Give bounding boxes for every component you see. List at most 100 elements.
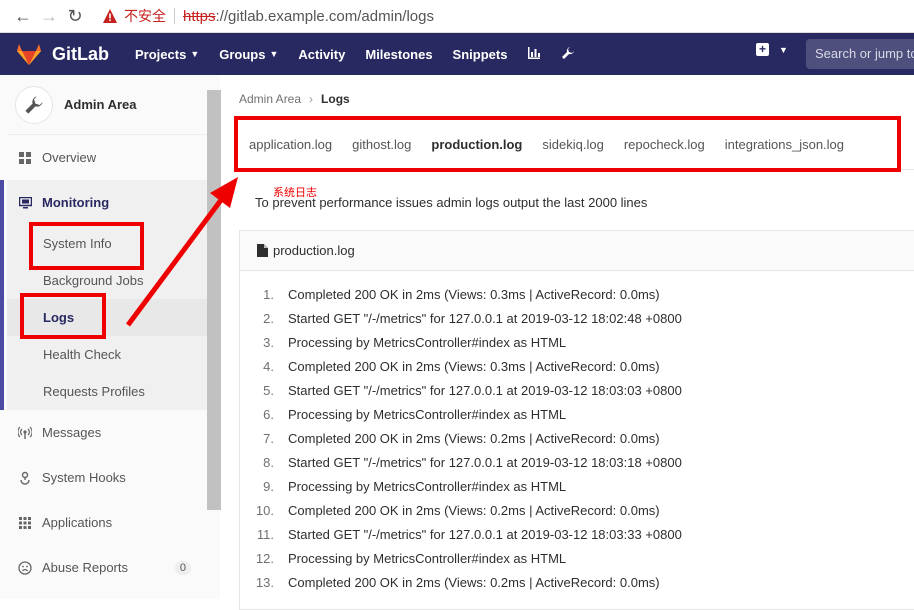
log-line: 2. Started GET "/-/metrics" for 127.0.0.1… <box>240 307 914 331</box>
admin-avatar <box>15 85 53 124</box>
log-line-number: 9. <box>263 479 274 494</box>
back-arrow-icon[interactable]: ← <box>10 3 36 29</box>
log-line-number: 11. <box>256 527 274 542</box>
log-line: 7. Completed 200 OK in 2ms (Views: 0.2ms … <box>240 427 914 451</box>
log-line: 6. Processing by MetricsController#index … <box>240 403 914 427</box>
sidebar-subitem-requests-profiles[interactable]: Requests Profiles <box>7 373 207 410</box>
chevron-down-icon: ▼ <box>269 49 279 59</box>
breadcrumb-logs[interactable]: Logs <box>321 92 350 106</box>
log-line: 9. Processing by MetricsController#index … <box>240 475 914 499</box>
log-line-number: 1. <box>263 287 274 302</box>
sidebar-subitem-health-check[interactable]: Health Check <box>7 336 207 373</box>
forward-arrow-icon[interactable]: → <box>36 3 62 29</box>
log-line-text: Processing by MetricsController#index as… <box>288 407 567 422</box>
warning-icon <box>103 9 117 23</box>
sidebar-item-messages[interactable]: Messages <box>7 410 207 455</box>
log-line: 4. Completed 200 OK in 2ms (Views: 0.3ms … <box>240 355 914 379</box>
breadcrumb: Admin Area › Logs <box>239 92 350 106</box>
plus-icon: + <box>756 43 769 56</box>
chevron-down-icon: ▼ <box>779 44 788 55</box>
log-card: production.log 1. Completed 200 OK in 2ms… <box>239 230 914 610</box>
log-line: 8. Started GET "/-/metrics" for 127.0.0.1… <box>240 451 914 475</box>
log-line-text: Completed 200 OK in 2ms (Views: 0.3ms | … <box>288 287 660 302</box>
log-line-text: Completed 200 OK in 2ms (Views: 0.2ms | … <box>288 431 660 446</box>
breadcrumb-admin-area[interactable]: Admin Area <box>239 92 301 106</box>
address-bar[interactable]: 不安全 https ://gitlab.example.com/admin/lo… <box>102 6 434 26</box>
logo-text: GitLab <box>52 43 109 64</box>
frown-icon <box>18 560 32 575</box>
broadcast-icon <box>18 426 32 440</box>
annotation-tabs-box <box>234 116 901 172</box>
info-text: To prevent performance issues admin logs… <box>255 195 648 210</box>
nav-groups[interactable]: Groups ▼ <box>219 46 278 63</box>
gitlab-header: GitLab Projects ▼ Groups ▼ Activity Milest… <box>0 33 914 75</box>
log-line: 10. Completed 200 OK in 2ms (Views: 0.2ms… <box>240 499 914 523</box>
grid-icon <box>18 151 32 165</box>
nav-activity[interactable]: Activity <box>298 46 345 63</box>
nav-milestones[interactable]: Milestones <box>365 46 432 63</box>
admin-area-header[interactable]: Admin Area <box>7 75 207 135</box>
log-line-text: Completed 200 OK in 2ms (Views: 0.2ms | … <box>288 503 660 518</box>
log-line: 1. Completed 200 OK in 2ms (Views: 0.3ms … <box>240 283 914 307</box>
log-line-number: 5. <box>263 383 274 398</box>
gitlab-logo[interactable]: GitLab <box>16 42 109 66</box>
sidebar-item-overview[interactable]: Overview <box>7 135 207 180</box>
log-line-number: 10. <box>255 503 274 518</box>
reload-icon[interactable]: ↻ <box>62 3 88 29</box>
annotation-system-info-box <box>29 222 144 270</box>
sidebar-item-system-hooks[interactable]: System Hooks <box>7 455 207 500</box>
log-line: 5. Started GET "/-/metrics" for 127.0.0.1… <box>240 379 914 403</box>
nav-projects[interactable]: Projects ▼ <box>135 46 199 63</box>
admin-area-title: Admin Area <box>64 97 137 112</box>
log-line-number: 13. <box>255 575 274 590</box>
log-line-text: Completed 200 OK in 2ms (Views: 0.3ms | … <box>288 359 660 374</box>
log-line-number: 8. <box>263 455 274 470</box>
log-line-text: Started GET "/-/metrics" for 127.0.0.1 a… <box>288 455 682 470</box>
log-line-text: Started GET "/-/metrics" for 127.0.0.1 a… <box>288 311 682 326</box>
sidebar-item-label: Monitoring <box>42 195 110 210</box>
log-file-header: production.log <box>240 231 914 271</box>
abuse-count-badge: 0 <box>174 560 191 575</box>
log-line-text: Completed 200 OK in 2ms (Views: 0.2ms | … <box>288 575 660 590</box>
log-line: 3. Processing by MetricsController#index … <box>240 331 914 355</box>
url-scheme: https <box>183 7 216 25</box>
annotation-logs-box <box>20 293 106 339</box>
log-line-text: Processing by MetricsController#index as… <box>288 479 567 494</box>
top-nav: Projects ▼ Groups ▼ Activity Milestones Sn… <box>135 46 595 63</box>
new-item-dropdown[interactable]: + ▼ <box>756 43 788 56</box>
insecure-label: 不安全 <box>124 8 166 24</box>
log-line-number: 4. <box>263 359 274 374</box>
nav-groups-label: Groups <box>219 46 266 62</box>
log-line: 11. Started GET "/-/metrics" for 127.0.0.… <box>240 523 914 547</box>
wrench-icon <box>25 95 43 114</box>
apps-grid-icon <box>18 516 32 530</box>
nav-snippets[interactable]: Snippets <box>453 46 508 63</box>
log-line-text: Processing by MetricsController#index as… <box>288 551 567 566</box>
sidebar-scrollbar[interactable] <box>207 90 221 510</box>
sidebar-item-label: Messages <box>42 425 102 440</box>
sidebar-item-applications[interactable]: Applications <box>7 500 207 545</box>
log-line: 12. Processing by MetricsController#index… <box>240 547 914 571</box>
log-file-name: production.log <box>273 243 355 258</box>
chevron-right-icon: › <box>309 92 314 106</box>
sidebar-item-abuse-reports[interactable]: Abuse Reports 0 <box>7 545 207 590</box>
log-line-number: 3. <box>263 335 274 350</box>
chart-icon[interactable] <box>527 46 541 63</box>
url-path: ://gitlab.example.com/admin/logs <box>215 7 434 25</box>
sidebar-item-label: System Hooks <box>42 470 126 485</box>
log-line-number: 7. <box>263 431 274 446</box>
log-line-text: Processing by MetricsController#index as… <box>288 335 567 350</box>
log-line-number: 6. <box>263 407 274 422</box>
search-input[interactable]: Search or jump to <box>806 39 914 69</box>
wrench-icon[interactable] <box>561 46 575 63</box>
log-line-text: Started GET "/-/metrics" for 127.0.0.1 a… <box>288 383 682 398</box>
sidebar-item-label: Overview <box>42 150 97 165</box>
address-divider <box>174 8 175 24</box>
tanuki-icon <box>17 44 41 65</box>
sidebar-item-label: Abuse Reports <box>42 560 128 575</box>
nav-projects-label: Projects <box>135 46 187 62</box>
log-line-number: 2. <box>263 311 274 326</box>
chevron-down-icon: ▼ <box>190 49 200 59</box>
sidebar-item-monitoring[interactable]: Monitoring <box>7 180 207 225</box>
log-line-number: 12. <box>255 551 274 566</box>
